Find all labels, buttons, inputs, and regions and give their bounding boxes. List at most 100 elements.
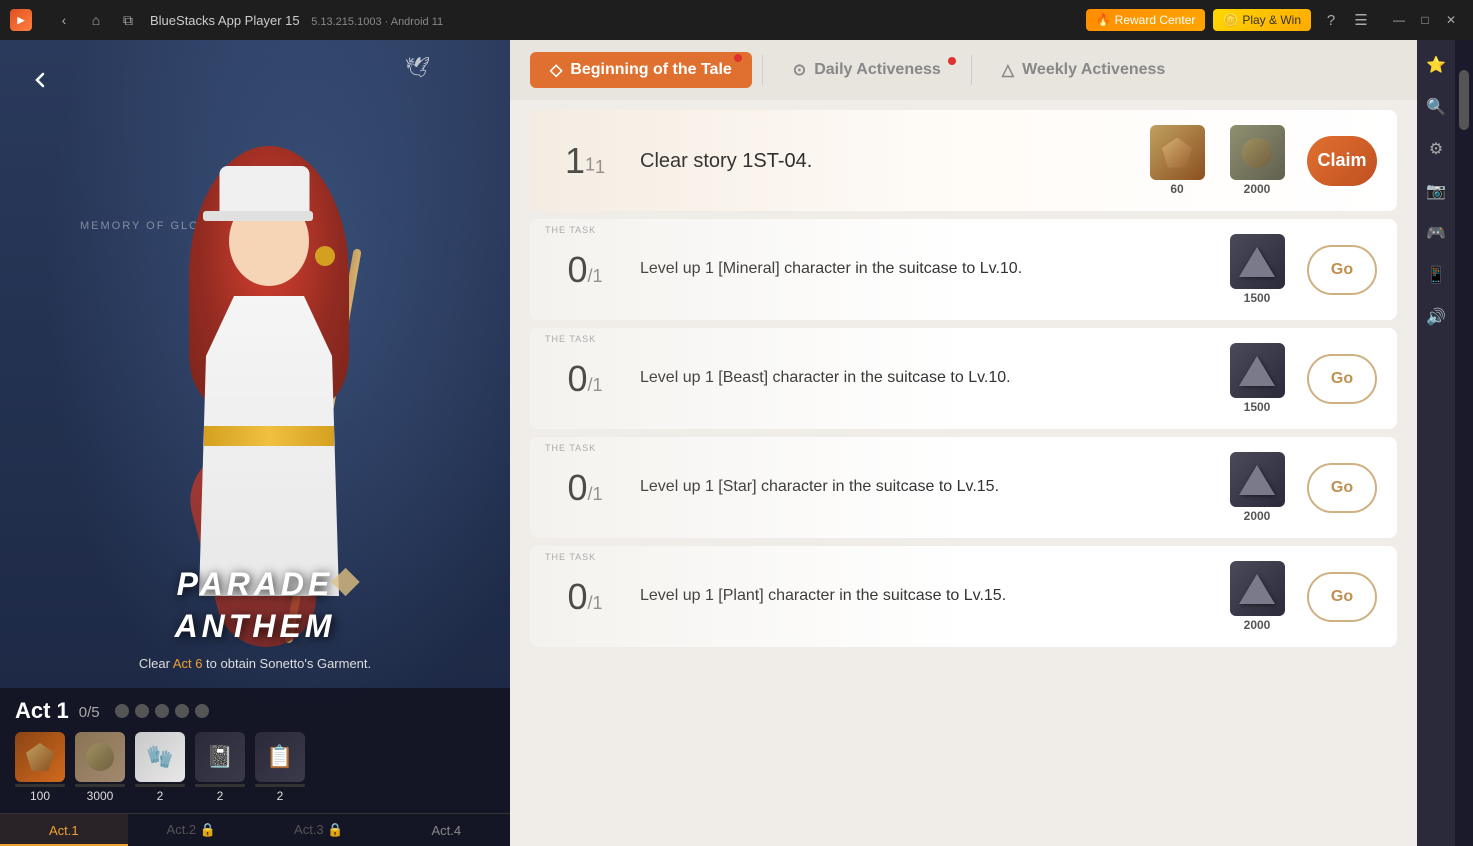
scrollbar-thumb[interactable] xyxy=(1459,70,1469,130)
act-panel: Act 1 0/5 100 xyxy=(0,688,510,846)
act-dots xyxy=(115,704,209,718)
game-title-text: PARADE ANTHEM xyxy=(175,562,336,646)
book-reward-icon: 📓 xyxy=(195,732,245,782)
task-5-reward-icon xyxy=(1230,561,1285,616)
tab-weekly[interactable]: △ Weekly Activeness xyxy=(982,52,1186,88)
task-5-description: Level up 1 [Plant] character in the suit… xyxy=(640,585,1207,607)
help-button[interactable]: ? xyxy=(1319,8,1343,32)
gloves-progress-bar xyxy=(135,784,185,787)
far-right-scrollbar[interactable] xyxy=(1455,40,1473,846)
task-2-label: THE TASK xyxy=(545,225,596,235)
story-subtitle: Clear Act 6 to obtain Sonetto's Garment. xyxy=(139,656,371,671)
title-bar: ▶ ‹ ⌂ ⧉ BlueStacks App Player 15 5.13.21… xyxy=(0,0,1473,40)
book-progress-bar xyxy=(195,784,245,787)
back-arrow-button[interactable] xyxy=(20,60,60,100)
title-bar-right: 🔥 Reward Center 🪙 Play & Win ? ☰ — □ ✕ xyxy=(1086,8,1463,32)
gem-count: 100 xyxy=(30,789,50,803)
side-tool-7[interactable]: 🔊 xyxy=(1421,302,1451,332)
task-2-go-button[interactable]: Go xyxy=(1307,245,1377,295)
triangle-tab-icon: △ xyxy=(1002,60,1014,80)
act-dot-2 xyxy=(135,704,149,718)
tab-daily[interactable]: ⊙ Daily Activeness xyxy=(773,52,961,88)
triangle-icon xyxy=(1239,247,1275,277)
task-5-denom: 1 xyxy=(593,593,603,613)
act-reward-note: 📋 2 xyxy=(255,732,305,803)
task-1-denom: 1 xyxy=(595,157,605,177)
task-3-description: Level up 1 [Beast] character in the suit… xyxy=(640,367,1207,389)
act-tab-4[interactable]: Act.4 xyxy=(383,814,511,846)
tab-bar: ◇ Beginning of the Tale ⊙ Daily Activene… xyxy=(510,40,1417,100)
triangle-icon-2 xyxy=(1239,356,1275,386)
act-dot-1 xyxy=(115,704,129,718)
coin-progress-bar xyxy=(75,784,125,787)
task-3-reward-icon xyxy=(1230,343,1285,398)
tab-beginning[interactable]: ◇ Beginning of the Tale xyxy=(530,52,752,88)
act-rewards: 100 3000 🧤 2 xyxy=(15,732,495,803)
close-button[interactable]: ✕ xyxy=(1439,8,1463,32)
triangle-icon-4 xyxy=(1239,574,1275,604)
task-1-gem-icon xyxy=(1150,125,1205,180)
gloves-count: 2 xyxy=(157,789,164,803)
task-3-reward: 1500 xyxy=(1227,343,1287,414)
reward-center-button[interactable]: 🔥 Reward Center xyxy=(1086,9,1206,31)
gloves-reward-icon: 🧤 xyxy=(135,732,185,782)
task-2-reward-count: 1500 xyxy=(1244,291,1271,305)
tab-beginning-label: Beginning of the Tale xyxy=(570,61,731,79)
task-2-reward-icon xyxy=(1230,234,1285,289)
act-tab-1[interactable]: Act.1 xyxy=(0,814,128,846)
task-5-fraction: 0/1 xyxy=(567,580,602,616)
note-progress-bar xyxy=(255,784,305,787)
side-tool-5[interactable]: 🎮 xyxy=(1421,218,1451,248)
side-tool-6[interactable]: 📱 xyxy=(1421,260,1451,290)
act-reward-coin: 3000 xyxy=(75,732,125,803)
task-5: THE TASK 0/1 Level up 1 [Plant] characte… xyxy=(530,546,1397,647)
play-win-button[interactable]: 🪙 Play & Win xyxy=(1213,9,1311,31)
side-tool-4[interactable]: 📷 xyxy=(1421,176,1451,206)
side-tool-1[interactable]: ⭐ xyxy=(1421,50,1451,80)
tab-divider-1 xyxy=(762,55,763,85)
act-header: Act 1 0/5 xyxy=(15,698,495,724)
act-tab-3[interactable]: Act.3 🔒 xyxy=(255,814,383,846)
task-3-go-button[interactable]: Go xyxy=(1307,354,1377,404)
tabs-button[interactable]: ⧉ xyxy=(116,8,140,32)
home-button[interactable]: ⌂ xyxy=(84,8,108,32)
act-reward-gloves: 🧤 2 xyxy=(135,732,185,803)
tasks-list: 111 Clear story 1ST-04. 60 2000 xyxy=(510,100,1417,846)
minimize-button[interactable]: — xyxy=(1387,8,1411,32)
gem-progress-bar xyxy=(15,784,65,787)
task-4-progress: 0/1 xyxy=(550,470,620,506)
task-2-fraction: 0/1 xyxy=(567,253,602,289)
task-3-denom: 1 xyxy=(593,375,603,395)
task-5-progress: 0/1 xyxy=(550,579,620,615)
coin-reward-icon xyxy=(75,732,125,782)
task-3: THE TASK 0/1 Level up 1 [Beast] characte… xyxy=(530,328,1397,429)
act-tab-2[interactable]: Act.2 🔒 xyxy=(128,814,256,846)
menu-button[interactable]: ☰ xyxy=(1349,8,1373,32)
task-4-label: THE TASK xyxy=(545,443,596,453)
task-1-claim-button[interactable]: Claim xyxy=(1307,136,1377,186)
task-4-description: Level up 1 [Star] character in the suitc… xyxy=(640,476,1207,498)
side-tool-2[interactable]: 🔍 xyxy=(1421,92,1451,122)
act-dot-5 xyxy=(195,704,209,718)
task-1: 111 Clear story 1ST-04. 60 2000 xyxy=(530,110,1397,211)
side-tool-3[interactable]: ⚙ xyxy=(1421,134,1451,164)
main-area: 🕊 MEMORY OF GLORY xyxy=(0,40,1473,846)
task-5-label: THE TASK xyxy=(545,552,596,562)
fire-icon: 🔥 xyxy=(1096,13,1111,27)
task-1-coin-icon xyxy=(1230,125,1285,180)
task-5-go-button[interactable]: Go xyxy=(1307,572,1377,622)
circle-tab-icon: ⊙ xyxy=(793,60,806,80)
diamond-tab-icon: ◇ xyxy=(550,60,562,80)
task-3-label: THE TASK xyxy=(545,334,596,344)
task-1-coin-reward: 2000 xyxy=(1227,125,1287,196)
task-4-go-button[interactable]: Go xyxy=(1307,463,1377,513)
maximize-button[interactable]: □ xyxy=(1413,8,1437,32)
act-dot-4 xyxy=(175,704,189,718)
back-button[interactable]: ‹ xyxy=(52,8,76,32)
app-title: BlueStacks App Player 15 5.13.215.1003 ·… xyxy=(150,13,1076,28)
act-dot-3 xyxy=(155,704,169,718)
triangle-icon-3 xyxy=(1239,465,1275,495)
nav-buttons: ‹ ⌂ ⧉ xyxy=(52,8,140,32)
title-bar-icons: ? ☰ xyxy=(1319,8,1373,32)
task-1-progress: 111 xyxy=(550,143,620,179)
